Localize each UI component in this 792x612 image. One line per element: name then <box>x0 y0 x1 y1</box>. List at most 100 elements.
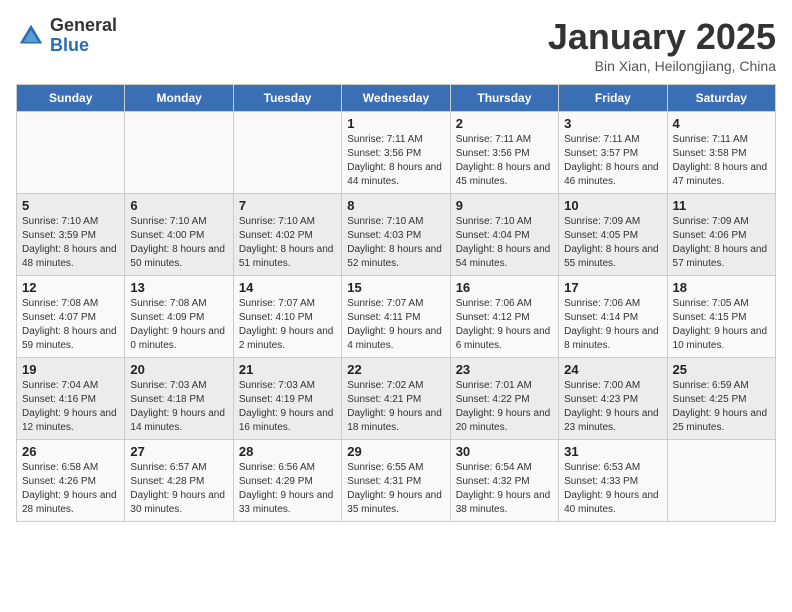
day-number: 22 <box>347 362 444 377</box>
calendar-day-cell: 26Sunrise: 6:58 AM Sunset: 4:26 PM Dayli… <box>17 440 125 522</box>
day-info: Sunrise: 7:03 AM Sunset: 4:19 PM Dayligh… <box>239 379 336 435</box>
day-info: Sunrise: 6:56 AM Sunset: 4:29 PM Dayligh… <box>239 461 336 517</box>
day-number: 23 <box>456 362 553 377</box>
day-info: Sunrise: 6:54 AM Sunset: 4:32 PM Dayligh… <box>456 461 553 517</box>
day-number: 4 <box>673 116 770 131</box>
day-info: Sunrise: 7:11 AM Sunset: 3:56 PM Dayligh… <box>456 133 553 189</box>
page-header: General Blue January 2025 Bin Xian, Heil… <box>16 16 776 74</box>
day-of-week-header: Wednesday <box>342 85 450 112</box>
calendar-day-cell: 6 Sunrise: 7:10 AM Sunset: 4:00 PM Daylig… <box>125 194 233 276</box>
calendar-day-cell: 12Sunrise: 7:08 AM Sunset: 4:07 PM Dayli… <box>17 276 125 358</box>
calendar-day-cell <box>125 112 233 194</box>
day-number: 5 <box>22 198 119 213</box>
day-number: 9 <box>456 198 553 213</box>
day-info: Sunrise: 7:09 AM Sunset: 4:06 PM Dayligh… <box>673 215 770 271</box>
day-info: Sunrise: 7:10 AM Sunset: 4:03 PM Dayligh… <box>347 215 444 271</box>
calendar-day-cell <box>17 112 125 194</box>
calendar-day-cell: 18 Sunrise: 7:05 AM Sunset: 4:15 PM Dayli… <box>667 276 775 358</box>
day-info: Sunrise: 6:59 AM Sunset: 4:25 PM Dayligh… <box>673 379 770 435</box>
day-of-week-header: Thursday <box>450 85 558 112</box>
logo-icon <box>16 21 46 51</box>
day-info: Sunrise: 7:04 AM Sunset: 4:16 PM Dayligh… <box>22 379 119 435</box>
calendar-day-cell: 14Sunrise: 7:07 AM Sunset: 4:10 PM Dayli… <box>233 276 341 358</box>
calendar-day-cell: 29 Sunrise: 6:55 AM Sunset: 4:31 PM Dayli… <box>342 440 450 522</box>
calendar-day-cell: 13 Sunrise: 7:08 AM Sunset: 4:09 PM Dayli… <box>125 276 233 358</box>
day-info: Sunrise: 6:57 AM Sunset: 4:28 PM Dayligh… <box>130 461 227 517</box>
day-info: Sunrise: 7:10 AM Sunset: 4:00 PM Dayligh… <box>130 215 227 271</box>
calendar-day-cell: 10 Sunrise: 7:09 AM Sunset: 4:05 PM Dayli… <box>559 194 667 276</box>
day-number: 31 <box>564 444 661 459</box>
calendar-table: SundayMondayTuesdayWednesdayThursdayFrid… <box>16 84 776 522</box>
calendar-day-cell: 1Sunrise: 7:11 AM Sunset: 3:56 PM Daylig… <box>342 112 450 194</box>
day-info: Sunrise: 7:10 AM Sunset: 4:04 PM Dayligh… <box>456 215 553 271</box>
calendar-day-cell: 9 Sunrise: 7:10 AM Sunset: 4:04 PM Daylig… <box>450 194 558 276</box>
day-info: Sunrise: 7:05 AM Sunset: 4:15 PM Dayligh… <box>673 297 770 353</box>
calendar-day-cell: 7Sunrise: 7:10 AM Sunset: 4:02 PM Daylig… <box>233 194 341 276</box>
day-number: 28 <box>239 444 336 459</box>
calendar-day-cell: 30 Sunrise: 6:54 AM Sunset: 4:32 PM Dayli… <box>450 440 558 522</box>
calendar-day-cell: 16 Sunrise: 7:06 AM Sunset: 4:12 PM Dayli… <box>450 276 558 358</box>
day-number: 7 <box>239 198 336 213</box>
day-number: 14 <box>239 280 336 295</box>
day-number: 10 <box>564 198 661 213</box>
calendar-day-cell: 20 Sunrise: 7:03 AM Sunset: 4:18 PM Dayli… <box>125 358 233 440</box>
day-number: 16 <box>456 280 553 295</box>
day-info: Sunrise: 7:01 AM Sunset: 4:22 PM Dayligh… <box>456 379 553 435</box>
calendar-day-cell: 17 Sunrise: 7:06 AM Sunset: 4:14 PM Dayli… <box>559 276 667 358</box>
day-info: Sunrise: 7:06 AM Sunset: 4:14 PM Dayligh… <box>564 297 661 353</box>
calendar-day-cell <box>233 112 341 194</box>
calendar-day-cell: 22 Sunrise: 7:02 AM Sunset: 4:21 PM Dayli… <box>342 358 450 440</box>
day-of-week-header: Sunday <box>17 85 125 112</box>
calendar-day-cell: 3Sunrise: 7:11 AM Sunset: 3:57 PM Daylig… <box>559 112 667 194</box>
day-info: Sunrise: 7:00 AM Sunset: 4:23 PM Dayligh… <box>564 379 661 435</box>
calendar-day-cell: 15 Sunrise: 7:07 AM Sunset: 4:11 PM Dayli… <box>342 276 450 358</box>
calendar-title: January 2025 <box>548 16 776 58</box>
calendar-day-cell: 5 Sunrise: 7:10 AM Sunset: 3:59 PM Daylig… <box>17 194 125 276</box>
calendar-week-row: 12Sunrise: 7:08 AM Sunset: 4:07 PM Dayli… <box>17 276 776 358</box>
day-number: 18 <box>673 280 770 295</box>
calendar-day-cell: 21Sunrise: 7:03 AM Sunset: 4:19 PM Dayli… <box>233 358 341 440</box>
day-info: Sunrise: 6:55 AM Sunset: 4:31 PM Dayligh… <box>347 461 444 517</box>
day-number: 2 <box>456 116 553 131</box>
calendar-day-cell: 2 Sunrise: 7:11 AM Sunset: 3:56 PM Daylig… <box>450 112 558 194</box>
day-info: Sunrise: 7:10 AM Sunset: 3:59 PM Dayligh… <box>22 215 119 271</box>
day-number: 29 <box>347 444 444 459</box>
day-number: 24 <box>564 362 661 377</box>
calendar-body: 1Sunrise: 7:11 AM Sunset: 3:56 PM Daylig… <box>17 112 776 522</box>
day-info: Sunrise: 7:11 AM Sunset: 3:57 PM Dayligh… <box>564 133 661 189</box>
calendar-week-row: 1Sunrise: 7:11 AM Sunset: 3:56 PM Daylig… <box>17 112 776 194</box>
calendar-header: SundayMondayTuesdayWednesdayThursdayFrid… <box>17 85 776 112</box>
calendar-day-cell: 27 Sunrise: 6:57 AM Sunset: 4:28 PM Dayli… <box>125 440 233 522</box>
calendar-subtitle: Bin Xian, Heilongjiang, China <box>548 58 776 74</box>
day-number: 8 <box>347 198 444 213</box>
day-number: 15 <box>347 280 444 295</box>
logo-blue-text: Blue <box>50 36 117 56</box>
day-of-week-header: Friday <box>559 85 667 112</box>
day-number: 27 <box>130 444 227 459</box>
day-of-week-header: Saturday <box>667 85 775 112</box>
day-info: Sunrise: 7:11 AM Sunset: 3:58 PM Dayligh… <box>673 133 770 189</box>
day-info: Sunrise: 7:06 AM Sunset: 4:12 PM Dayligh… <box>456 297 553 353</box>
calendar-week-row: 5 Sunrise: 7:10 AM Sunset: 3:59 PM Daylig… <box>17 194 776 276</box>
day-info: Sunrise: 6:53 AM Sunset: 4:33 PM Dayligh… <box>564 461 661 517</box>
day-number: 19 <box>22 362 119 377</box>
calendar-day-cell: 11 Sunrise: 7:09 AM Sunset: 4:06 PM Dayli… <box>667 194 775 276</box>
day-number: 6 <box>130 198 227 213</box>
day-info: Sunrise: 7:07 AM Sunset: 4:11 PM Dayligh… <box>347 297 444 353</box>
day-info: Sunrise: 7:11 AM Sunset: 3:56 PM Dayligh… <box>347 133 444 189</box>
day-number: 11 <box>673 198 770 213</box>
day-number: 13 <box>130 280 227 295</box>
day-of-week-header: Tuesday <box>233 85 341 112</box>
day-info: Sunrise: 7:09 AM Sunset: 4:05 PM Dayligh… <box>564 215 661 271</box>
logo-text: General Blue <box>50 16 117 56</box>
day-info: Sunrise: 6:58 AM Sunset: 4:26 PM Dayligh… <box>22 461 119 517</box>
calendar-week-row: 26Sunrise: 6:58 AM Sunset: 4:26 PM Dayli… <box>17 440 776 522</box>
day-info: Sunrise: 7:03 AM Sunset: 4:18 PM Dayligh… <box>130 379 227 435</box>
day-info: Sunrise: 7:08 AM Sunset: 4:09 PM Dayligh… <box>130 297 227 353</box>
day-of-week-header: Monday <box>125 85 233 112</box>
day-number: 20 <box>130 362 227 377</box>
day-info: Sunrise: 7:02 AM Sunset: 4:21 PM Dayligh… <box>347 379 444 435</box>
day-number: 30 <box>456 444 553 459</box>
day-number: 17 <box>564 280 661 295</box>
calendar-day-cell: 24 Sunrise: 7:00 AM Sunset: 4:23 PM Dayli… <box>559 358 667 440</box>
